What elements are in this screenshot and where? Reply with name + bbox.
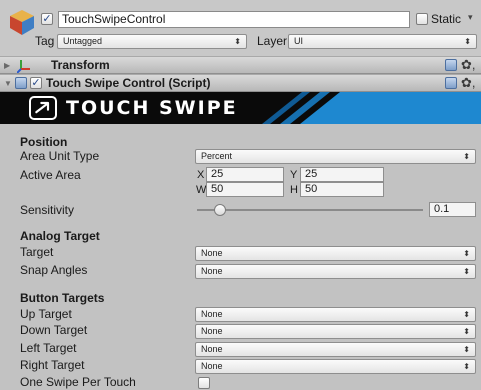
position-header: Position <box>20 135 68 149</box>
banner-title: TOUCH SWIPE <box>66 97 238 119</box>
dropdown-arrow-icon: ⬍ <box>464 37 471 46</box>
down-target-label: Down Target <box>20 323 88 337</box>
help-book-icon[interactable] <box>445 59 457 71</box>
target-value: None <box>201 248 223 258</box>
dropdown-arrow-icon: ⬍ <box>463 267 470 276</box>
gameobject-cube-icon <box>10 10 34 35</box>
swipe-arrow-icon <box>29 96 57 120</box>
up-target-value: None <box>201 309 223 319</box>
dropdown-arrow-icon: ⬍ <box>463 362 470 371</box>
left-target-label: Left Target <box>20 341 77 355</box>
script-enabled-checkbox[interactable]: ✓ <box>30 77 42 89</box>
up-target-dropdown[interactable]: None ⬍ <box>195 307 476 322</box>
tag-label: Tag <box>35 34 55 48</box>
area-unit-type-dropdown[interactable]: Percent ⬍ <box>195 149 476 164</box>
button-targets-header: Button Targets <box>20 291 105 305</box>
active-area-label: Active Area <box>20 168 81 182</box>
script-component-bar[interactable]: ▼ ✓ Touch Swipe Control (Script) ✿, <box>0 74 481 92</box>
tag-value: Untagged <box>63 36 103 46</box>
left-target-dropdown[interactable]: None ⬍ <box>195 342 476 357</box>
down-target-dropdown[interactable]: None ⬍ <box>195 324 476 339</box>
snap-angles-label: Snap Angles <box>20 263 88 277</box>
dropdown-arrow-icon: ⬍ <box>463 345 470 354</box>
h-field[interactable]: 50 <box>300 182 384 197</box>
dropdown-arrow-icon: ⬍ <box>463 152 470 161</box>
sensitivity-label: Sensitivity <box>20 203 75 217</box>
tag-dropdown[interactable]: Untagged ⬍ <box>57 34 247 49</box>
snap-angles-value: None <box>201 266 223 276</box>
one-swipe-per-touch-label: One Swipe Per Touch <box>20 375 136 389</box>
x-label: X <box>197 169 205 181</box>
help-book-icon[interactable] <box>445 77 457 89</box>
dropdown-arrow-icon: ⬍ <box>463 310 470 319</box>
fold-closed-icon[interactable]: ▶ <box>4 61 10 70</box>
layer-label: Layer <box>257 34 288 48</box>
script-file-icon <box>15 77 27 89</box>
target-dropdown[interactable]: None ⬍ <box>195 246 476 261</box>
fold-open-icon[interactable]: ▼ <box>4 79 12 88</box>
gear-icon[interactable]: ✿, <box>461 57 476 73</box>
static-dropdown-icon[interactable]: ▾ <box>468 12 473 23</box>
right-target-dropdown[interactable]: None ⬍ <box>195 359 476 374</box>
h-label: H <box>290 184 298 196</box>
dropdown-arrow-icon: ⬍ <box>234 37 241 46</box>
layer-dropdown[interactable]: UI ⬍ <box>288 34 477 49</box>
target-label: Target <box>20 245 54 259</box>
snap-angles-dropdown[interactable]: None ⬍ <box>195 264 476 279</box>
active-checkbox[interactable]: ✓ <box>41 13 53 25</box>
transform-component-bar[interactable]: ▶ Transform ✿, <box>0 56 481 74</box>
sensitivity-slider-track[interactable] <box>197 209 423 211</box>
analog-target-header: Analog Target <box>20 229 100 243</box>
left-target-value: None <box>201 344 223 354</box>
area-unit-type-label: Area Unit Type <box>20 149 100 163</box>
layer-value: UI <box>294 36 303 46</box>
one-swipe-per-touch-checkbox[interactable] <box>198 377 210 389</box>
w-label: W <box>196 184 207 196</box>
y-field[interactable]: 25 <box>300 167 384 182</box>
sensitivity-slider-thumb[interactable] <box>214 204 226 216</box>
object-name-field[interactable]: TouchSwipeControl <box>58 11 410 28</box>
static-label: Static <box>431 12 462 26</box>
dropdown-arrow-icon: ⬍ <box>463 249 470 258</box>
x-field[interactable]: 25 <box>206 167 284 182</box>
right-target-label: Right Target <box>20 358 85 372</box>
down-target-value: None <box>201 326 223 336</box>
dropdown-arrow-icon: ⬍ <box>463 327 470 336</box>
static-checkbox[interactable] <box>416 13 428 25</box>
y-label: Y <box>290 169 298 181</box>
right-target-value: None <box>201 361 223 371</box>
w-field[interactable]: 50 <box>206 182 284 197</box>
transform-axes-icon <box>17 60 30 73</box>
transform-title: Transform <box>51 58 110 72</box>
script-title: Touch Swipe Control (Script) <box>46 76 211 90</box>
up-target-label: Up Target <box>20 307 72 321</box>
sensitivity-field[interactable]: 0.1 <box>429 202 476 217</box>
gear-icon[interactable]: ✿, <box>461 75 476 91</box>
area-unit-type-value: Percent <box>201 151 233 161</box>
